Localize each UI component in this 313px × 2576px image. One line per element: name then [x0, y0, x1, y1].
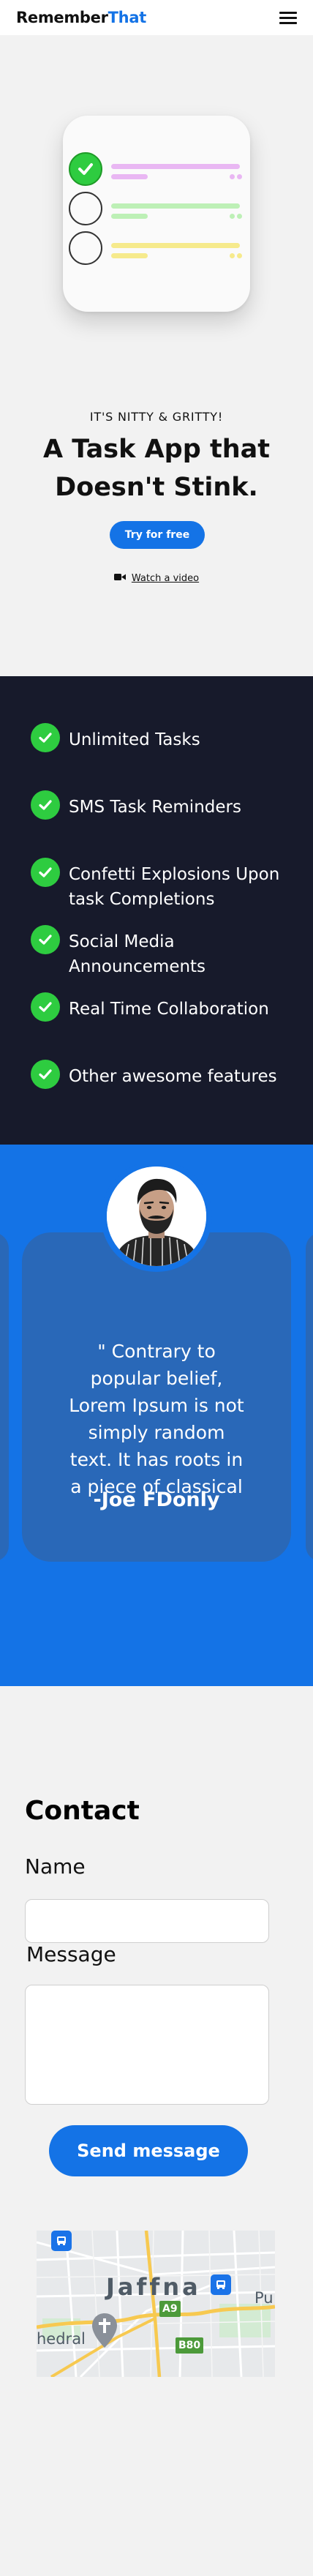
feature-label: Real Time Collaboration: [69, 1000, 269, 1019]
map-place-label: Pu: [254, 2289, 274, 2307]
features-section: Unlimited Tasks SMS Task Reminders Confe…: [0, 676, 313, 1145]
bus-station-icon: [211, 2274, 231, 2295]
route-b80-shield: B80: [176, 2337, 204, 2354]
brand-logo[interactable]: RememberThat: [16, 9, 146, 26]
check-circle-icon: [31, 925, 60, 954]
task-row-pending: [63, 231, 250, 266]
church-pin-icon: [91, 2313, 118, 2352]
check-circle-icon: [31, 723, 60, 752]
hero-headline: A Task App that Doesn't Stink.: [0, 430, 313, 506]
try-for-free-button[interactable]: Try for free: [110, 521, 205, 549]
testimonial-quote: " Contrary to popular belief, Lorem Ipsu…: [69, 1341, 244, 1497]
brand-name-part1: Remember: [16, 9, 108, 26]
feature-item: Social Media Announcements: [31, 925, 294, 979]
video-camera-icon: [113, 573, 126, 584]
feature-item: Real Time Collaboration: [31, 992, 294, 1022]
brand-name-part2: That: [108, 9, 147, 26]
feature-item: Unlimited Tasks: [31, 723, 294, 752]
hero-section: IT'S NITTY & GRITTY! A Task App that Doe…: [0, 35, 313, 676]
top-nav: RememberThat: [0, 0, 313, 35]
hero-headline-line2: Doesn't Stink.: [55, 473, 258, 502]
empty-circle-icon: [69, 192, 102, 225]
map-city-label: Jaffna: [106, 2273, 201, 2301]
hero-eyebrow: IT'S NITTY & GRITTY!: [89, 410, 224, 424]
check-circle-icon: [31, 1060, 60, 1089]
testimonial-section: " Contrary to popular belief, Lorem Ipsu…: [0, 1145, 313, 1686]
hamburger-menu-icon[interactable]: [279, 11, 297, 24]
check-circle-icon: [31, 790, 60, 820]
avatar: [107, 1167, 206, 1266]
map-place-label: hedral: [37, 2330, 86, 2348]
next-testimonial-card[interactable]: [306, 1232, 313, 1562]
feature-item: SMS Task Reminders: [31, 790, 294, 820]
checked-circle-icon: [69, 152, 102, 186]
feature-label: SMS Task Reminders: [69, 798, 241, 817]
route-a9-shield: A9: [159, 2301, 181, 2317]
feature-label: Social Media Announcements: [69, 932, 206, 976]
task-row-pending: [63, 192, 250, 227]
feature-item: Other awesome features: [31, 1060, 294, 1089]
message-label: Message: [26, 1942, 116, 1966]
watch-video-link[interactable]: Watch a video: [0, 573, 313, 584]
contact-section: Contact Name Message Send message Jaffna…: [0, 1686, 313, 2576]
testimonial-author: -Joe FDonly: [93, 1489, 220, 1511]
task-row-completed: [63, 152, 250, 187]
send-message-button[interactable]: Send message: [49, 2125, 248, 2176]
empty-circle-icon: [69, 231, 102, 265]
prev-testimonial-card[interactable]: [0, 1232, 9, 1562]
feature-label: Other awesome features: [69, 1067, 277, 1086]
feature-item: Confetti Explosions Upon task Completion…: [31, 858, 294, 912]
message-field[interactable]: [25, 1985, 269, 2105]
name-label: Name: [25, 1854, 86, 1879]
bus-station-icon: [51, 2231, 72, 2251]
check-circle-icon: [31, 858, 60, 887]
watch-video-label: Watch a video: [131, 573, 200, 584]
task-list-illustration: [63, 116, 250, 312]
feature-label: Unlimited Tasks: [69, 730, 200, 749]
hero-headline-line1: A Task App that: [43, 435, 270, 464]
feature-label: Confetti Explosions Upon task Completion…: [69, 865, 280, 909]
check-circle-icon: [31, 992, 60, 1022]
contact-title: Contact: [25, 1796, 140, 1826]
name-field[interactable]: [25, 1899, 269, 1943]
location-map[interactable]: Jaffna Pu A9 hedral B80: [37, 2231, 275, 2377]
